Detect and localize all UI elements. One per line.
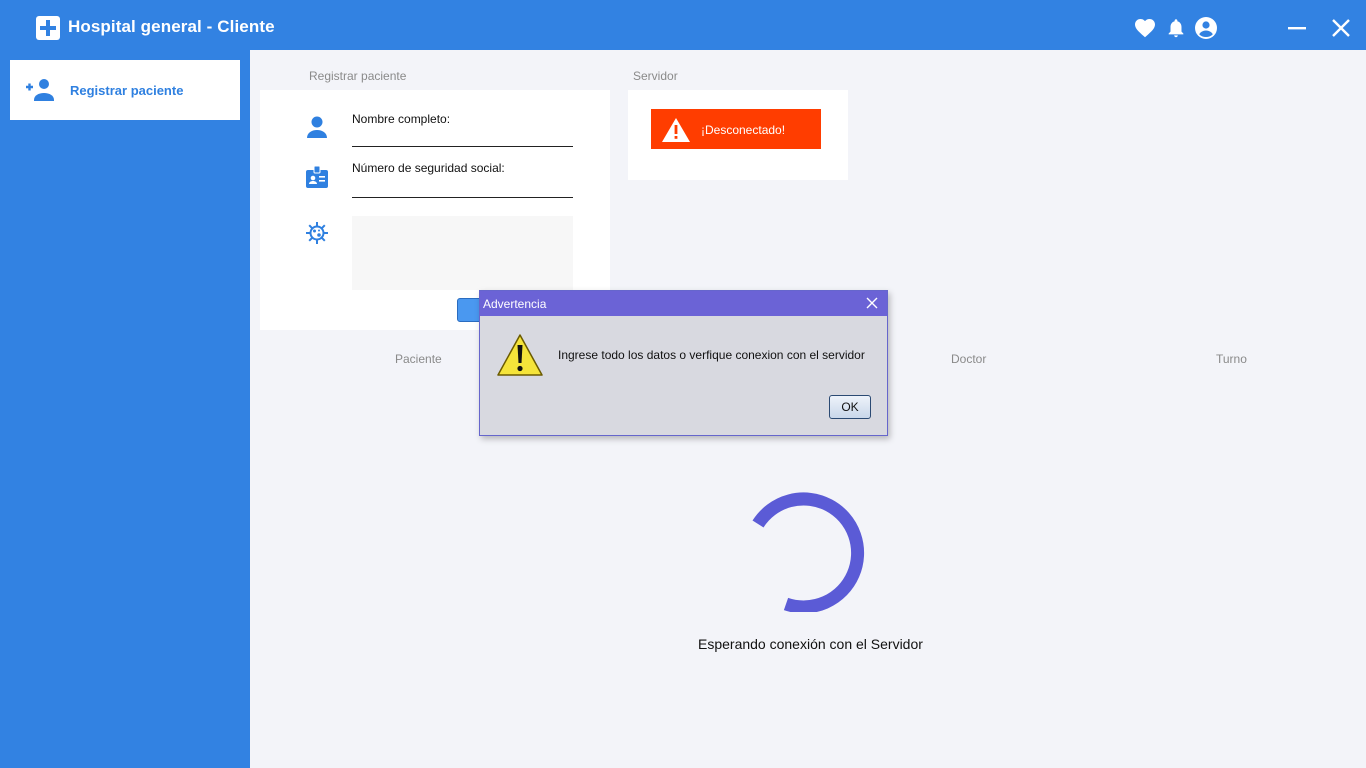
- social-security-field[interactable]: [352, 197, 573, 198]
- column-header-doctor: Doctor: [951, 352, 987, 366]
- add-user-icon: [25, 78, 55, 102]
- heart-icon[interactable]: [1133, 16, 1157, 40]
- loading-spinner: [750, 488, 870, 614]
- sidebar-item-registrar-paciente[interactable]: Registrar paciente: [10, 60, 240, 120]
- warning-dialog: Advertencia Ingrese todo los datos o ver…: [479, 290, 888, 436]
- minimize-icon[interactable]: [1286, 16, 1308, 40]
- person-icon: [304, 114, 330, 140]
- hospital-cross-icon: [36, 16, 60, 40]
- column-header-turno: Turno: [1216, 352, 1247, 366]
- dialog-message: Ingrese todo los datos o verfique conexi…: [558, 348, 865, 362]
- register-section-title: Registrar paciente: [309, 69, 407, 83]
- sidebar-item-label: Registrar paciente: [70, 83, 184, 98]
- social-security-label: Número de seguridad social:: [352, 161, 505, 175]
- title-bar: Hospital general - Cliente: [0, 0, 1366, 50]
- warning-icon: [661, 117, 691, 143]
- waiting-text: Esperando conexión con el Servidor: [698, 636, 923, 652]
- warning-triangle-icon: [496, 333, 544, 377]
- full-name-field[interactable]: [352, 146, 573, 147]
- full-name-label: Nombre completo:: [352, 112, 451, 126]
- server-status-text: ¡Desconectado!: [701, 123, 786, 137]
- dialog-title-bar: Advertencia: [480, 291, 887, 316]
- bell-icon[interactable]: [1165, 16, 1187, 40]
- ok-button[interactable]: OK: [829, 395, 871, 419]
- sidebar: Registrar paciente: [0, 50, 250, 768]
- close-icon[interactable]: [1330, 16, 1352, 40]
- notes-textarea[interactable]: [352, 216, 573, 290]
- server-section-title: Servidor: [633, 69, 678, 83]
- account-icon[interactable]: [1194, 16, 1218, 40]
- virus-icon: [304, 220, 330, 246]
- server-card: ¡Desconectado!: [628, 90, 848, 180]
- id-badge-icon: [304, 164, 330, 190]
- dialog-close-icon[interactable]: [865, 296, 879, 310]
- server-status-badge: ¡Desconectado!: [651, 109, 821, 149]
- column-header-paciente: Paciente: [395, 352, 442, 366]
- app-title: Hospital general - Cliente: [68, 17, 275, 36]
- dialog-title: Advertencia: [483, 297, 547, 311]
